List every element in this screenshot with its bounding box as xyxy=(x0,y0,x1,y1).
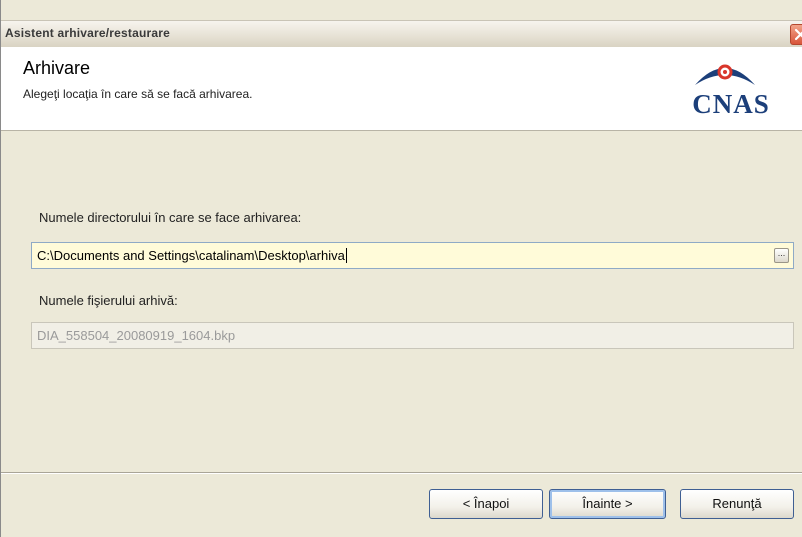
directory-label: Numele directorului în care se face arhi… xyxy=(39,210,302,225)
file-name-input: DIA_558504_20080919_1604.bkp xyxy=(31,322,794,349)
title-bar[interactable]: Asistent arhivare/restaurare xyxy=(1,20,802,48)
directory-input-value: C:\Documents and Settings\catalinam\Desk… xyxy=(37,248,345,263)
cnas-emblem-icon xyxy=(695,64,755,85)
directory-input[interactable]: C:\Documents and Settings\catalinam\Desk… xyxy=(31,242,794,269)
cnas-logo: CNAS xyxy=(665,53,789,125)
file-name-value: DIA_558504_20080919_1604.bkp xyxy=(37,328,236,343)
cancel-button[interactable]: Renunţă xyxy=(680,489,794,519)
wizard-window: Asistent arhivare/restaurare Arhivare Al… xyxy=(0,0,802,537)
browse-button[interactable]: ... xyxy=(774,248,789,263)
page-title: Arhivare xyxy=(23,58,91,78)
file-label: Numele fişierului arhivă: xyxy=(39,293,178,308)
logo-text: CNAS xyxy=(692,89,770,119)
footer-separator xyxy=(1,472,802,474)
window-title: Asistent arhivare/restaurare xyxy=(5,26,171,40)
wizard-header: Arhivare Alegeţi locaţia în care să se f… xyxy=(1,47,802,131)
page-subtitle: Alegeţi locaţia în care să se facă arhiv… xyxy=(23,87,253,101)
close-button[interactable] xyxy=(790,24,802,45)
close-icon xyxy=(794,28,802,41)
next-button[interactable]: Înainte > xyxy=(549,489,666,519)
back-button[interactable]: < Înapoi xyxy=(429,489,543,519)
